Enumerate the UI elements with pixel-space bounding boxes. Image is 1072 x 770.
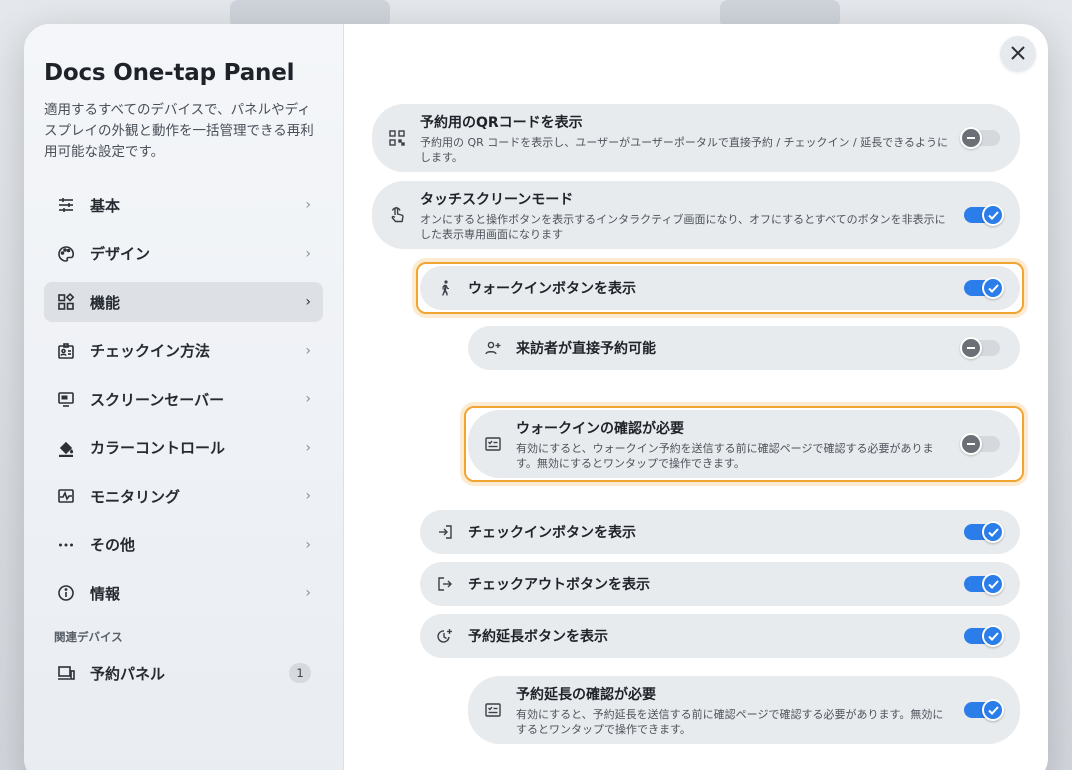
setting-checkout-button: チェックアウトボタンを表示	[420, 562, 1020, 606]
setting-touch-screen-mode: タッチスクリーンモード オンにすると操作ボタンを表示するインタラクティブ画面にな…	[372, 181, 1020, 249]
chevron-right-icon: ›	[305, 536, 311, 553]
monitor-icon	[56, 389, 76, 409]
sidebar-title: Docs One-tap Panel	[44, 60, 295, 86]
setting-description: オンにすると操作ボタンを表示するインタラクティブ画面になり、オフにするとすべての…	[420, 212, 946, 241]
setting-title: ウォークインボタンを表示	[468, 281, 636, 297]
visitor-booking-toggle[interactable]	[960, 337, 1000, 359]
login-icon	[436, 523, 454, 541]
chevron-right-icon: ›	[305, 294, 311, 310]
setting-qr-code: 予約用のQRコードを表示 予約用の QR コードを表示し、ユーザーがユーザーポー…	[372, 104, 1020, 172]
sidebar-item-monitoring[interactable]: モニタリング ›	[44, 476, 323, 516]
checkout-button-toggle[interactable]	[964, 573, 1004, 595]
palette-icon	[56, 244, 76, 264]
extend-confirm-toggle[interactable]	[964, 699, 1004, 721]
related-device-label: 予約パネル	[90, 664, 166, 683]
info-icon	[56, 583, 76, 603]
chevron-right-icon: ›	[305, 439, 311, 456]
sidebar-item-color-control[interactable]: カラーコントロール ›	[44, 428, 323, 468]
close-button[interactable]	[1000, 36, 1036, 72]
setting-description: 有効にすると、予約延長を送信する前に確認ページで確認する必要があります。無効にす…	[516, 707, 944, 736]
walkin-button-toggle[interactable]	[964, 277, 1004, 299]
sidebar-item-features[interactable]: 機能 ›	[44, 282, 323, 322]
sidebar-item-label: モニタリング	[90, 487, 181, 506]
sidebar-item-label: 基本	[90, 196, 121, 215]
setting-title: 予約用のQRコードを表示	[420, 114, 583, 131]
setting-title: チェックアウトボタンを表示	[468, 577, 650, 593]
logout-icon	[436, 575, 454, 593]
chevron-right-icon: ›	[305, 245, 311, 262]
setting-title: 予約延長の確認が必要	[516, 686, 656, 703]
checklist-icon	[484, 701, 502, 719]
setting-title: ウォークインの確認が必要	[516, 420, 684, 437]
chevron-right-icon: ›	[305, 585, 311, 601]
extend-button-toggle[interactable]	[964, 625, 1004, 647]
sidebar-item-label: デザイン	[90, 245, 151, 263]
chevron-right-icon: ›	[305, 391, 311, 407]
sidebar-item-design[interactable]: デザイン ›	[44, 234, 323, 274]
related-devices-heading: 関連デバイス	[54, 630, 123, 644]
related-device-item[interactable]: 予約パネル 1	[44, 653, 323, 693]
devices-icon	[56, 663, 76, 683]
setting-title: 来訪者が直接予約可能	[516, 341, 656, 357]
touch-screen-toggle[interactable]	[964, 204, 1004, 226]
sidebar-item-screensaver[interactable]: スクリーンセーバー ›	[44, 379, 323, 419]
pulse-icon	[56, 486, 76, 506]
features-panel: 予約用のQRコードを表示 予約用の QR コードを表示し、ユーザーがユーザーポー…	[344, 24, 1048, 770]
person-add-icon	[484, 339, 502, 357]
sidebar: Docs One-tap Panel 適用するすべてのデバイスで、パネルやディス…	[24, 24, 344, 770]
checklist-icon	[484, 435, 502, 453]
walking-person-icon	[436, 279, 454, 297]
sidebar-item-label: 情報	[90, 584, 121, 603]
close-icon	[1011, 45, 1025, 64]
setting-walkin-confirm: ウォークインの確認が必要 有効にすると、ウォークイン予約を送信する前に確認ページ…	[468, 410, 1020, 478]
sidebar-item-label: カラーコントロール	[90, 439, 226, 457]
sidebar-item-checkin-method[interactable]: チェックイン方法 ›	[44, 331, 323, 371]
sidebar-item-label: スクリーンセーバー	[90, 390, 225, 409]
chevron-right-icon: ›	[305, 197, 311, 213]
sliders-icon	[56, 195, 76, 215]
paint-bucket-icon	[56, 438, 76, 458]
qr-code-icon	[388, 129, 406, 147]
qr-code-toggle[interactable]	[960, 127, 1000, 149]
sidebar-item-basic[interactable]: 基本 ›	[44, 185, 323, 225]
setting-title: チェックインボタンを表示	[468, 525, 636, 541]
chevron-right-icon: ›	[305, 488, 311, 504]
setting-checkin-button: チェックインボタンを表示	[420, 510, 1020, 554]
settings-modal: Docs One-tap Panel 適用するすべてのデバイスで、パネルやディス…	[24, 24, 1048, 770]
sidebar-item-other[interactable]: その他 ›	[44, 525, 323, 565]
badge-icon	[56, 341, 76, 361]
setting-description: 予約用の QR コードを表示し、ユーザーがユーザーポータルで直接予約 / チェッ…	[420, 135, 949, 164]
widgets-icon	[56, 292, 76, 312]
setting-visitor-direct-booking: 来訪者が直接予約可能	[468, 326, 1020, 370]
sidebar-item-label: 機能	[90, 293, 121, 312]
setting-description: 有効にすると、ウォークイン予約を送信する前に確認ページで確認する必要があります。…	[516, 441, 934, 470]
touch-icon	[388, 206, 406, 224]
more-icon	[56, 535, 76, 555]
count-badge: 1	[289, 663, 311, 683]
sidebar-item-info[interactable]: 情報 ›	[44, 573, 323, 613]
clock-add-icon	[436, 627, 454, 645]
setting-walkin-button: ウォークインボタンを表示	[420, 266, 1020, 310]
setting-extend-button: 予約延長ボタンを表示	[420, 614, 1020, 658]
chevron-right-icon: ›	[305, 342, 311, 359]
setting-title: 予約延長ボタンを表示	[468, 629, 608, 645]
setting-title: タッチスクリーンモード	[420, 191, 574, 208]
sidebar-item-label: その他	[90, 536, 136, 554]
walkin-confirm-toggle[interactable]	[960, 433, 1000, 455]
sidebar-description: 適用するすべてのデバイスで、パネルやディスプレイの外観と動作を一括管理できる再利…	[44, 102, 314, 160]
setting-extend-confirm: 予約延長の確認が必要 有効にすると、予約延長を送信する前に確認ページで確認する必…	[468, 676, 1020, 744]
checkin-button-toggle[interactable]	[964, 521, 1004, 543]
sidebar-item-label: チェックイン方法	[90, 342, 211, 360]
